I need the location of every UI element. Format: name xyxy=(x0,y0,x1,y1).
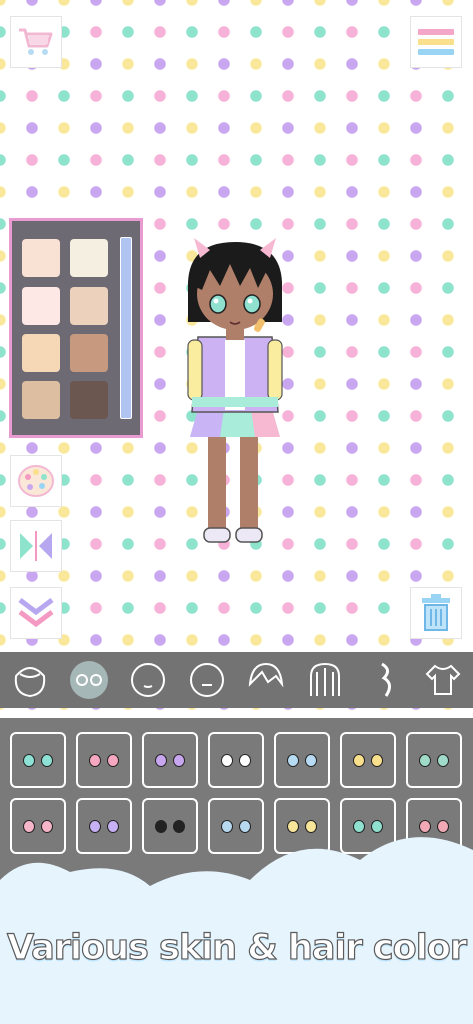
chevron-down-icon xyxy=(18,598,54,628)
eye-left xyxy=(287,753,299,767)
eyes-icon xyxy=(69,661,108,699)
category-toolbar xyxy=(0,652,473,708)
tab-hair-back[interactable] xyxy=(302,657,348,703)
eye-right xyxy=(41,753,53,767)
eye-right xyxy=(305,753,317,767)
trash-button[interactable] xyxy=(410,587,462,639)
eye-left xyxy=(155,753,167,767)
eye-left xyxy=(353,753,365,767)
skin-swatch-1[interactable] xyxy=(22,239,60,277)
eye-left xyxy=(221,753,233,767)
eye-option-4[interactable] xyxy=(208,732,264,788)
eye-left xyxy=(23,753,35,767)
eye-right xyxy=(107,753,119,767)
skin-swatch-5[interactable] xyxy=(22,334,60,372)
eye-left xyxy=(419,753,431,767)
eye-right xyxy=(371,753,383,767)
cloud-banner xyxy=(0,837,473,1024)
hair-side-icon xyxy=(381,662,392,697)
tab-face[interactable] xyxy=(125,657,171,703)
cart-icon xyxy=(19,28,53,55)
skin-swatch-2[interactable] xyxy=(70,239,108,277)
color-palette-button[interactable] xyxy=(10,455,62,507)
tab-mouth[interactable] xyxy=(184,657,230,703)
eye-option-3[interactable] xyxy=(142,732,198,788)
skin-swatch-8[interactable] xyxy=(70,381,108,419)
tab-clothes[interactable] xyxy=(420,657,466,703)
skin-swatch-7[interactable] xyxy=(22,381,60,419)
eye-option-2[interactable] xyxy=(76,732,132,788)
color-slider[interactable] xyxy=(120,237,132,419)
tab-eyes[interactable] xyxy=(66,657,112,703)
flip-icon xyxy=(20,531,52,561)
eye-option-7[interactable] xyxy=(406,732,462,788)
eye-right xyxy=(437,753,449,767)
menu-button[interactable] xyxy=(410,16,462,68)
skin-swatch-4[interactable] xyxy=(70,287,108,325)
head-shape-icon xyxy=(14,667,45,698)
shop-cart-button[interactable] xyxy=(10,16,62,68)
eye-option-6[interactable] xyxy=(340,732,396,788)
eye-option-1[interactable] xyxy=(10,732,66,788)
eye-option-5[interactable] xyxy=(274,732,330,788)
eye-right xyxy=(239,753,251,767)
mouth-icon xyxy=(189,663,224,697)
flip-button[interactable] xyxy=(10,520,62,572)
tab-hair-side[interactable] xyxy=(361,657,407,703)
tab-hair-front[interactable] xyxy=(243,657,289,703)
shirt-icon xyxy=(426,664,461,695)
palette-icon xyxy=(18,465,54,497)
hair-back-icon xyxy=(310,662,341,696)
tab-head-shape[interactable] xyxy=(7,657,53,703)
eye-left xyxy=(89,753,101,767)
promo-caption: Various skin & hair color xyxy=(6,927,467,968)
menu-icon xyxy=(418,29,454,55)
skin-swatch-6[interactable] xyxy=(70,334,108,372)
collapse-button[interactable] xyxy=(10,587,62,639)
skin-swatch-3[interactable] xyxy=(22,287,60,325)
skin-color-panel xyxy=(9,218,143,438)
eye-right xyxy=(173,753,185,767)
trash-icon xyxy=(422,594,450,631)
face-icon xyxy=(130,663,165,697)
hair-front-icon xyxy=(248,662,284,688)
character-avatar xyxy=(187,238,283,543)
